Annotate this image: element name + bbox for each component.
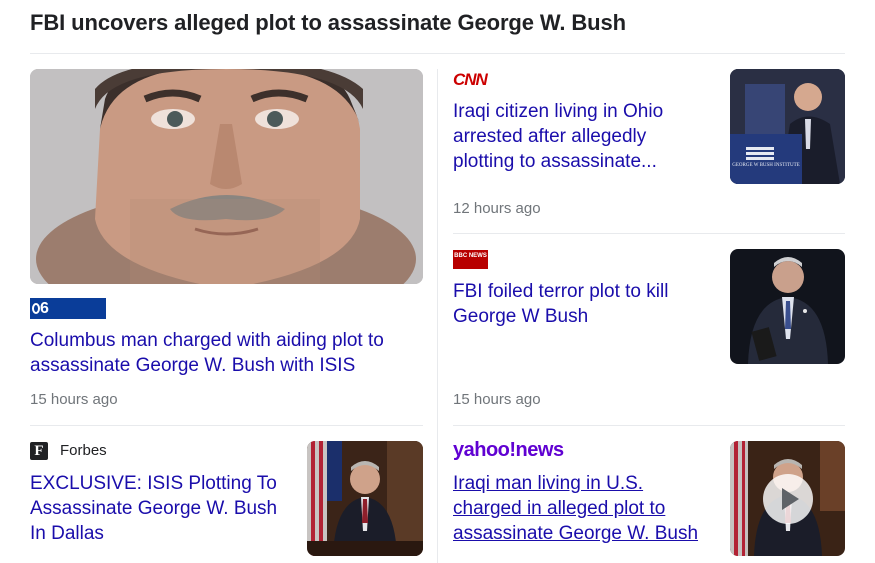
source-name: Forbes [60,442,107,459]
timestamp: 15 hours ago [453,391,541,408]
podium-photo: GEORGE W BUSH INSTITUTE [730,69,845,184]
headline-link[interactable]: Iraqi citizen living in Ohio arrested af… [453,99,698,174]
row-divider [30,425,423,426]
headline-link[interactable]: FBI foiled terror plot to kill George W … [453,279,698,329]
header-divider [30,53,845,54]
headline-link[interactable]: Columbus man charged with aiding plot to… [30,328,423,378]
timestamp: 12 hours ago [453,200,541,217]
headline-link[interactable]: EXCLUSIVE: ISIS Plotting To Assassinate … [30,471,295,546]
forbes-icon: F [30,442,48,460]
mugshot-photo [30,69,423,284]
row-divider [453,233,845,234]
oval-office-photo [307,441,423,556]
timestamp: 15 hours ago [30,391,118,408]
wbns-logo-text: 6 [40,300,49,317]
news-card-yahoo[interactable]: yahoo!news Iraqi man living in U.S. char… [453,439,845,556]
suit-portrait-photo [730,249,845,364]
wbns-logo: 6 [30,298,106,319]
news-card-cnn[interactable]: CNN Iraqi citizen living in Ohio arreste… [453,69,845,219]
news-card-wbns[interactable]: 6 Columbus man charged with aiding plot … [30,69,423,414]
podium-caption: GEORGE W BUSH INSTITUTE [732,163,800,168]
yahoo-news-logo: yahoo!news [453,439,564,461]
column-divider [437,69,438,563]
news-card-forbes[interactable]: F Forbes EXCLUSIVE: ISIS Plotting To Ass… [30,441,423,556]
cnn-logo: CNN [453,70,488,89]
headline-link[interactable]: Iraqi man living in U.S. charged in alle… [453,471,713,546]
video-thumbnail[interactable] [730,441,845,556]
row-divider [453,425,845,426]
bbc-news-logo: BBC NEWS [453,250,488,269]
play-icon[interactable] [763,474,813,524]
page-title: FBI uncovers alleged plot to assassinate… [30,10,626,35]
news-card-bbc[interactable]: BBC NEWS FBI foiled terror plot to kill … [453,249,845,414]
